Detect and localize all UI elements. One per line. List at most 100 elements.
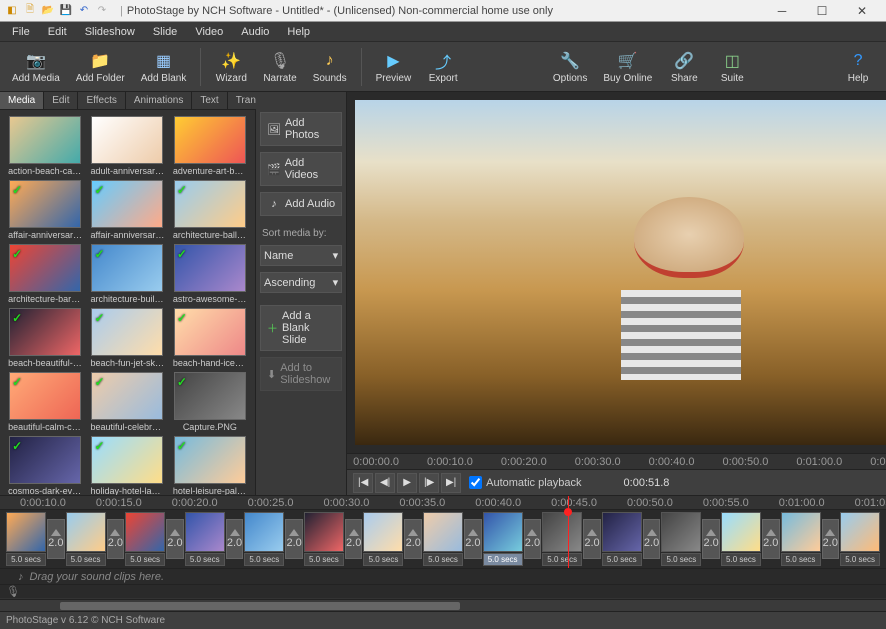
play-button[interactable]: ▶ [397, 473, 417, 493]
transition[interactable]: 2.0 [762, 519, 780, 559]
media-thumb[interactable]: adventure-art-ball... [171, 116, 249, 176]
narration-track[interactable]: 🎙 [0, 584, 886, 598]
media-thumb[interactable]: action-beach-care... [6, 116, 84, 176]
transition[interactable]: 2.0 [702, 519, 720, 559]
timeline-clip[interactable]: 5.0 secs [6, 512, 46, 566]
media-thumb[interactable]: ✓architecture-barg... [6, 244, 84, 304]
timeline-clip[interactable]: 5.0 secs [185, 512, 225, 566]
transition[interactable]: 2.0 [47, 519, 65, 559]
timeline-ruler[interactable]: 0:00:10.00:00:15.00:00:20.00:00:25.00:00… [0, 496, 886, 510]
scrollbar-thumb[interactable] [60, 602, 460, 610]
auto-playback-checkbox[interactable]: Automatic playback [469, 476, 581, 489]
share-button[interactable]: 🔗Share [662, 48, 706, 86]
add-blank-slide-button[interactable]: ＋Add a Blank Slide [260, 305, 342, 351]
sounds-button[interactable]: ♪Sounds [307, 48, 353, 86]
media-thumb[interactable]: ✓holiday-hotel-las-v... [88, 436, 166, 495]
transition[interactable]: 2.0 [822, 519, 840, 559]
timeline-clip[interactable]: 5.0 secs [840, 512, 880, 566]
menu-slideshow[interactable]: Slideshow [77, 24, 143, 40]
help-button[interactable]: ?Help [836, 48, 880, 86]
transition[interactable]: 2.0 [464, 519, 482, 559]
transition[interactable]: 2.0 [285, 519, 303, 559]
sort-field-select[interactable]: Name▾ [260, 245, 342, 266]
next-button[interactable]: |▶ [419, 473, 439, 493]
add-blank-button[interactable]: ▦Add Blank [135, 48, 193, 86]
preview-ruler[interactable]: 0:00:00.00:00:10.00:00:20.00:00:30.00:00… [347, 453, 886, 469]
timeline-clip[interactable]: 5.0 secs [304, 512, 344, 566]
media-thumb[interactable]: ✓architecture-ballo... [171, 180, 249, 240]
media-thumb[interactable]: ✓beach-beautiful-bi... [6, 308, 84, 368]
transition[interactable]: 2.0 [524, 519, 542, 559]
media-thumb[interactable]: ✓beautiful-calm-clo... [6, 372, 84, 432]
sound-track[interactable]: ♪Drag your sound clips here. [0, 568, 886, 584]
sort-order-select[interactable]: Ascending▾ [260, 272, 342, 293]
wizard-button[interactable]: ✨Wizard [209, 48, 253, 86]
options-button[interactable]: 🔧Options [547, 48, 593, 86]
add-audio-button[interactable]: ♪Add Audio [260, 192, 342, 216]
open-icon[interactable]: 📂 [40, 3, 56, 19]
timeline-clip[interactable]: 5.0 secs [244, 512, 284, 566]
transition[interactable]: 2.0 [643, 519, 661, 559]
media-thumb[interactable]: ✓affair-anniversary... [88, 180, 166, 240]
media-thumb[interactable]: ✓beautiful-celebrati... [88, 372, 166, 432]
skip-end-button[interactable]: ▶| [441, 473, 461, 493]
export-button[interactable]: ⤴Export [421, 48, 465, 86]
timeline-clip[interactable]: 5.0 secs [125, 512, 165, 566]
close-button[interactable]: ✕ [842, 0, 882, 22]
media-thumb[interactable]: ✓beach-hand-ice-cr... [171, 308, 249, 368]
timeline-clip[interactable]: 5.0 secs [721, 512, 761, 566]
redo-icon[interactable]: ↷ [94, 3, 110, 19]
skip-start-button[interactable]: |◀ [353, 473, 373, 493]
media-thumb[interactable]: ✓astro-awesome-bl... [171, 244, 249, 304]
timeline-clip[interactable]: 5.0 secs [661, 512, 701, 566]
menu-edit[interactable]: Edit [40, 24, 75, 40]
media-thumb[interactable]: ✓beach-fun-jet-ski-... [88, 308, 166, 368]
transition[interactable]: 2.0 [166, 519, 184, 559]
add-videos-button[interactable]: 🎬Add Videos [260, 152, 342, 186]
menu-slide[interactable]: Slide [145, 24, 185, 40]
media-thumb[interactable]: ✓Capture.PNG [171, 372, 249, 432]
media-thumb[interactable]: ✓cosmos-dark-eveni... [6, 436, 84, 495]
buy-button[interactable]: 🛒Buy Online [597, 48, 658, 86]
tab-text[interactable]: Text [192, 92, 227, 109]
minimize-button[interactable]: ─ [762, 0, 802, 22]
horizontal-scrollbar[interactable] [0, 599, 886, 611]
timeline-clip[interactable]: 5.0 secs [781, 512, 821, 566]
prev-button[interactable]: ◀| [375, 473, 395, 493]
save-icon[interactable]: 💾 [58, 3, 74, 19]
new-icon[interactable]: 🗎 [22, 3, 38, 19]
transition[interactable]: 2.0 [404, 519, 422, 559]
suite-button[interactable]: ◫Suite [710, 48, 754, 86]
preview-button[interactable]: ▶Preview [370, 48, 418, 86]
add-media-button[interactable]: 📷Add Media [6, 48, 66, 86]
tab-effects[interactable]: Effects [78, 92, 125, 109]
tab-edit[interactable]: Edit [44, 92, 78, 109]
timeline-clip[interactable]: 5.0 secs [602, 512, 642, 566]
timeline-clip[interactable]: 5.0 secs [483, 512, 523, 566]
add-folder-button[interactable]: 📁Add Folder [70, 48, 131, 86]
menu-file[interactable]: File [4, 24, 38, 40]
timeline-clip[interactable]: 5.0 secs [363, 512, 403, 566]
transition[interactable]: 2.0 [583, 519, 601, 559]
timeline-track[interactable]: 5.0 secs2.05.0 secs2.05.0 secs2.05.0 sec… [0, 510, 886, 568]
tab-media[interactable]: Media [0, 92, 44, 109]
menu-help[interactable]: Help [279, 24, 318, 40]
transition[interactable]: 2.0 [226, 519, 244, 559]
transition[interactable]: 2.0 [345, 519, 363, 559]
menu-audio[interactable]: Audio [233, 24, 277, 40]
add-to-slideshow-button[interactable]: ⬇Add to Slideshow [260, 357, 342, 391]
add-photos-button[interactable]: 🖼Add Photos [260, 112, 342, 146]
undo-icon[interactable]: ↶ [76, 3, 92, 19]
tab-animations[interactable]: Animations [126, 92, 192, 109]
media-thumb[interactable]: adult-anniversary... [88, 116, 166, 176]
playhead[interactable] [568, 496, 569, 568]
narrate-button[interactable]: 🎙Narrate [257, 48, 302, 86]
timeline-clip[interactable]: 5.0 secs [66, 512, 106, 566]
timeline-clip[interactable]: 5.0 secs [423, 512, 463, 566]
media-thumb[interactable]: ✓architecture-buildi... [88, 244, 166, 304]
timeline-clip[interactable]: 5.0 secs [542, 512, 582, 566]
media-thumb[interactable]: ✓affair-anniversary... [6, 180, 84, 240]
menu-video[interactable]: Video [187, 24, 231, 40]
media-thumb[interactable]: ✓hotel-leisure-palm-... [171, 436, 249, 495]
maximize-button[interactable]: ☐ [802, 0, 842, 22]
